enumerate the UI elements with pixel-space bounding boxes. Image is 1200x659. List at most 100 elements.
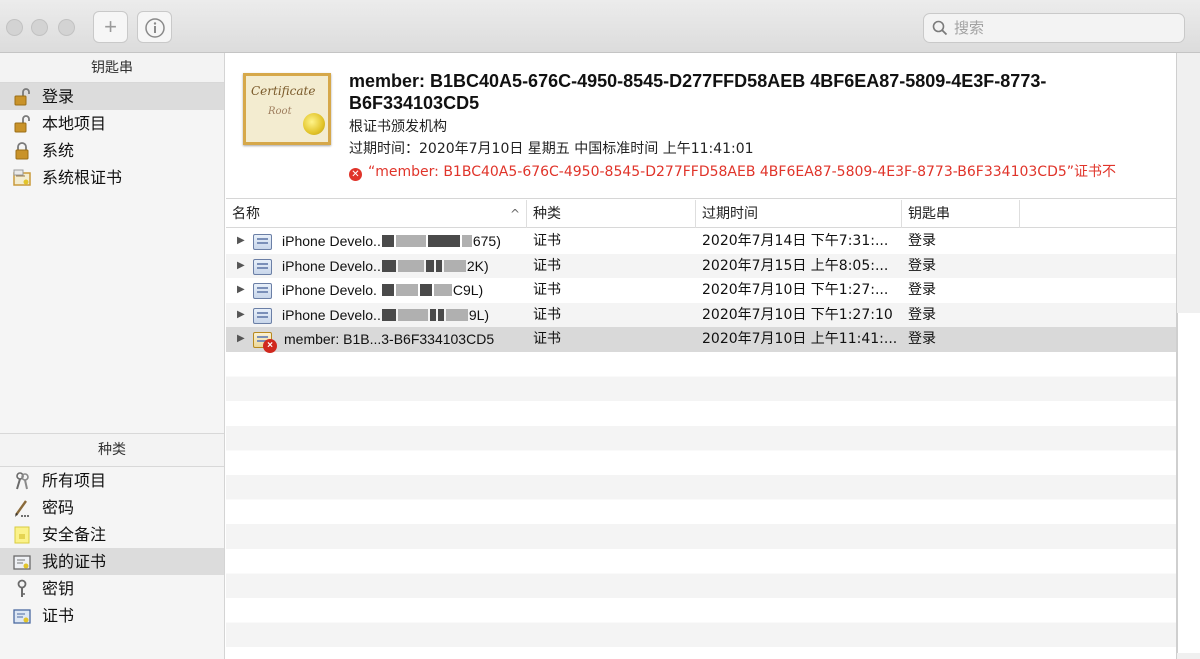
row-expires: 2020年7月10日 上午11:41:... — [702, 331, 898, 348]
redacted-block — [445, 308, 468, 321]
redacted-block — [397, 259, 424, 272]
sidebar-item-label: 密钥 — [42, 579, 75, 598]
disclosure-triangle-icon[interactable]: ▶ — [237, 327, 245, 352]
sidebar-item-label: 系统 — [42, 141, 75, 160]
items-table: 名称 ^ 种类 过期时间 钥匙串 ▶ iPhone Develo.. 675) 证… — [226, 200, 1176, 659]
category-header: 种类 — [0, 433, 224, 467]
row-name: iPhone Develo.. 2K) — [282, 257, 489, 274]
window-edge — [1176, 53, 1200, 659]
redacted-block — [461, 235, 472, 247]
redacted-block — [437, 308, 444, 321]
disclosure-triangle-icon[interactable]: ▶ — [237, 278, 245, 303]
redacted-block — [395, 235, 426, 247]
window-toolbar: + — [0, 0, 1200, 53]
sidebar-item-system-roots[interactable]: 系统根证书 — [0, 164, 224, 191]
sidebar-item-label: 证书 — [42, 606, 75, 625]
sidebar-item-system[interactable]: 系统 — [0, 137, 224, 164]
row-kind: 证书 — [533, 257, 561, 274]
category-section: 种类 所有项目 密码 安全备注 我的证书 密钥 证书 — [0, 433, 224, 629]
certificate-icon-text: Certificate — [251, 84, 316, 98]
sort-ascending-icon: ^ — [509, 207, 520, 221]
seal-icon — [303, 113, 325, 135]
redacted-block — [429, 308, 436, 321]
redacted-block — [381, 284, 394, 297]
row-name: iPhone Develo.. 675) — [282, 233, 501, 249]
table-row[interactable]: ▶ iPhone Develo.. 9L) 证书 2020年7月10日 下午1:2… — [226, 302, 1176, 328]
column-header-expires[interactable]: 过期时间 — [696, 200, 902, 228]
column-header-keychain[interactable]: 钥匙串 — [902, 200, 1020, 228]
sidebar-item-label: 我的证书 — [42, 552, 107, 571]
close-window-button[interactable] — [6, 19, 23, 36]
redacted-block — [395, 284, 418, 297]
redacted-block — [381, 308, 396, 321]
sidebar-item-secure-notes[interactable]: 安全备注 — [0, 521, 224, 548]
certificate-warning: ✕ “member: B1BC40A5-676C-4950-8545-D277FF… — [349, 161, 1179, 181]
row-kind: 证书 — [533, 233, 561, 249]
search-input[interactable] — [954, 18, 1154, 38]
row-keychain: 登录 — [908, 282, 936, 299]
column-header-name[interactable]: 名称 ^ — [226, 200, 527, 228]
table-body: ▶ iPhone Develo.. 675) 证书 2020年7月14日 下午7:… — [226, 229, 1176, 354]
search-icon — [932, 20, 948, 36]
redacted-block — [397, 308, 428, 321]
zoom-window-button[interactable] — [58, 19, 75, 36]
column-header-label: 钥匙串 — [908, 206, 950, 222]
sidebar-item-my-certificates[interactable]: 我的证书 — [0, 548, 224, 575]
certificate-warning-text: “member: B1BC40A5-676C-4950-8545-D277FFD… — [368, 164, 1117, 180]
certificate-icon — [253, 283, 272, 300]
sidebar-item-label: 系统根证书 — [42, 168, 123, 187]
certificate-large-icon: Certificate Root — [243, 73, 331, 145]
sidebar-item-passwords[interactable]: 密码 — [0, 494, 224, 521]
table-row[interactable]: ▶ iPhone Develo.. 2K) 证书 2020年7月15日 上午8:0… — [226, 253, 1176, 279]
all-items-icon — [16, 472, 29, 490]
table-row[interactable]: ▶ iPhone Develo. C9L) 证书 2020年7月10日 下午1:… — [226, 278, 1176, 303]
redacted-block — [381, 235, 394, 247]
sidebar-item-login[interactable]: 登录 — [0, 83, 224, 110]
empty-rows — [226, 352, 1176, 659]
row-expires: 2020年7月14日 下午7:31:... — [702, 233, 889, 249]
redacted-block — [435, 259, 442, 272]
column-header-label: 种类 — [533, 206, 561, 222]
table-row-selected[interactable]: ▶ × member: B1B...3-B6F334103CD5 证书 2020… — [226, 327, 1176, 354]
secure-note-icon — [14, 526, 30, 544]
get-info-button[interactable] — [137, 11, 172, 43]
column-header-kind[interactable]: 种类 — [527, 200, 696, 228]
search-field[interactable] — [923, 13, 1185, 43]
certificate-title: member: B1BC40A5-676C-4950-8545-D277FFD5… — [349, 71, 1047, 113]
table-header: 名称 ^ 种类 过期时间 钥匙串 — [226, 200, 1176, 228]
redacted-block — [427, 235, 460, 247]
disclosure-triangle-icon[interactable]: ▶ — [237, 229, 245, 254]
row-keychain: 登录 — [908, 331, 936, 348]
table-row[interactable]: ▶ iPhone Develo.. 675) 证书 2020年7月14日 下午7:… — [226, 229, 1176, 254]
sidebar-item-keys[interactable]: 密钥 — [0, 575, 224, 602]
row-name: member: B1B...3-B6F334103CD5 — [284, 331, 495, 348]
redacted-block — [425, 259, 434, 272]
column-header-label: 名称 — [232, 206, 260, 222]
sidebar-item-label: 本地项目 — [42, 114, 107, 133]
disclosure-triangle-icon[interactable]: ▶ — [237, 254, 245, 279]
certificate-icon-subtext: Root — [268, 106, 292, 117]
redacted-block — [433, 284, 452, 297]
row-keychain: 登录 — [908, 233, 936, 249]
add-item-button[interactable]: + — [93, 11, 128, 43]
password-icon — [15, 500, 30, 517]
column-header-label: 过期时间 — [702, 206, 758, 222]
certificate-expiry: 过期时间：2020年7月10日 星期五 中国标准时间 上午11:41:01 — [349, 141, 754, 157]
error-icon: ✕ — [349, 168, 362, 181]
sidebar-item-all-items[interactable]: 所有项目 — [0, 467, 224, 494]
sidebar-item-certificates[interactable]: 证书 — [0, 602, 224, 629]
root-cert-icon — [13, 169, 31, 186]
certificate-icon — [13, 609, 31, 624]
lock-closed-icon — [15, 142, 29, 160]
disclosure-triangle-icon[interactable]: ▶ — [237, 303, 245, 328]
redacted-block — [419, 284, 432, 297]
row-expires: 2020年7月15日 上午8:05:... — [702, 257, 889, 274]
my-certificate-icon — [13, 555, 31, 570]
redacted-block — [381, 259, 396, 272]
lock-open-icon — [14, 88, 30, 106]
sidebar-item-local-items[interactable]: 本地项目 — [0, 110, 224, 137]
minimize-window-button[interactable] — [31, 19, 48, 36]
certificate-icon — [253, 258, 272, 275]
row-keychain: 登录 — [908, 257, 936, 274]
key-icon — [17, 579, 27, 597]
